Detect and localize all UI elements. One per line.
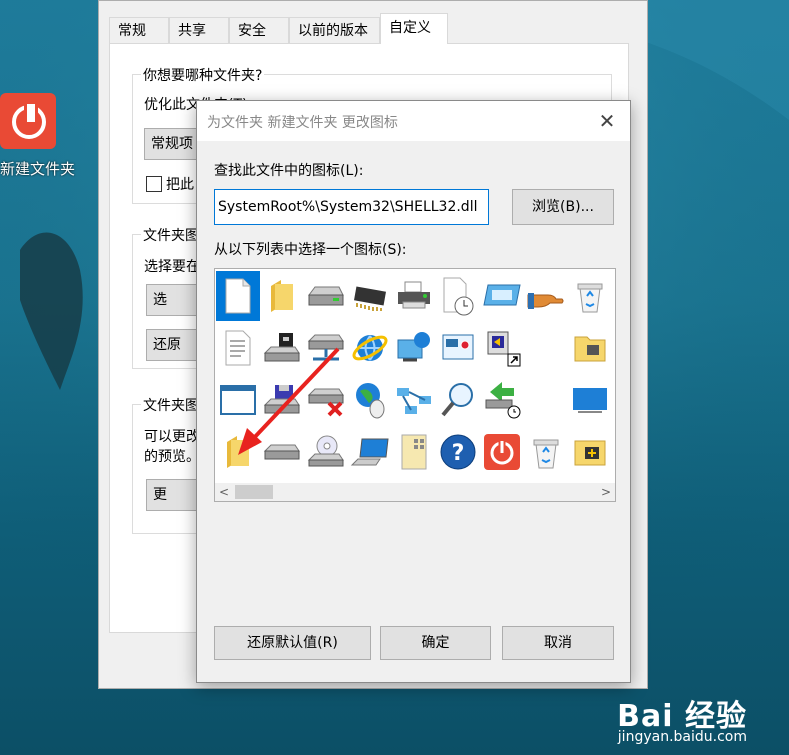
tab-customize[interactable]: 自定义 [380, 13, 448, 44]
watermark-url: jingyan.baidu.com [617, 729, 747, 745]
baidu-watermark: Bai 经验 jingyan.baidu.com [617, 691, 747, 745]
annotation-arrow [238, 347, 340, 455]
